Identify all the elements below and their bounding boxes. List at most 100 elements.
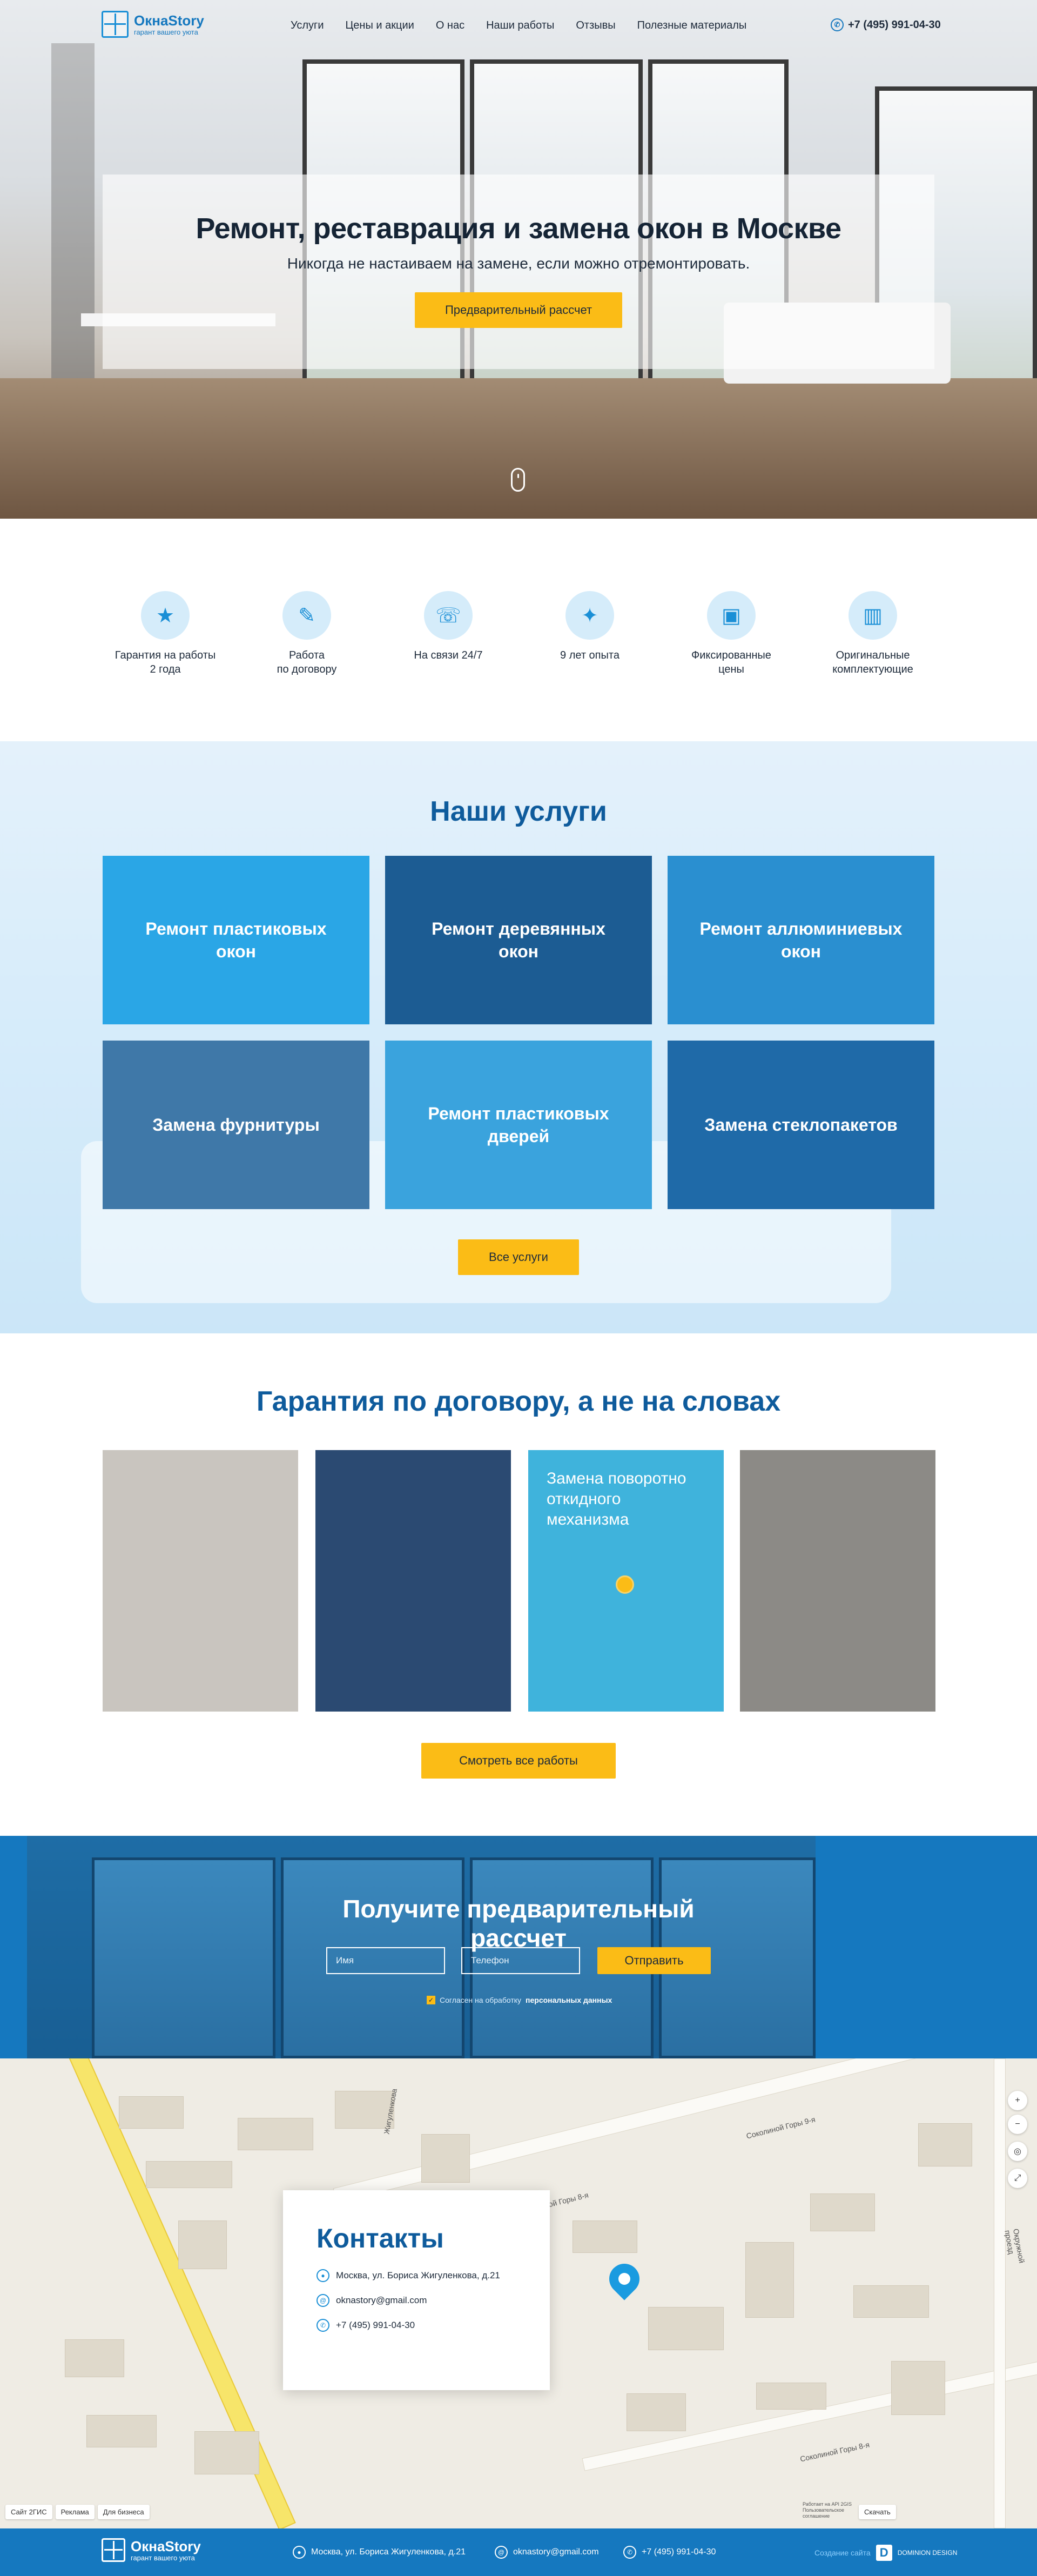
footer-email[interactable]: @ oknastory@gmail.com <box>495 2546 599 2559</box>
work-photo[interactable] <box>315 1450 511 1712</box>
developer-name: DOMINION DESIGN <box>897 2548 958 2557</box>
service-card-aluminium-windows[interactable]: Ремонт аллюминиевых окон <box>668 856 934 1024</box>
footer-logo-tagline: гарант вашего уюта <box>131 2553 195 2562</box>
footer-phone-text[interactable]: +7 (495) 991-04-30 <box>642 2547 716 2557</box>
submit-button[interactable]: Отправить <box>597 1947 711 1974</box>
feature-label: 9 лет опыта <box>560 649 619 661</box>
main-nav: Услуги Цены и акции О нас Наши работы От… <box>291 19 768 32</box>
map-building <box>810 2193 875 2231</box>
footer-logo[interactable]: ОкнаStory гарант вашего уюта <box>102 2538 201 2562</box>
map-chip[interactable]: Для бизнеса <box>97 2505 150 2519</box>
all-works-button[interactable]: Смотреть все работы <box>421 1743 616 1779</box>
hero-floor <box>0 378 1037 519</box>
service-card-plastic-doors[interactable]: Ремонт пластиковых дверей <box>385 1041 652 1209</box>
name-input[interactable] <box>326 1947 445 1974</box>
window-logo-icon <box>102 2538 125 2562</box>
service-card-wooden-windows[interactable]: Ремонт деревянных окон <box>385 856 652 1024</box>
feature-label: Гарантия на работы 2 года <box>115 649 216 675</box>
work-caption: Замена поворотно откидного механизма <box>547 1470 686 1528</box>
phone-icon: ✆ <box>317 2319 329 2332</box>
hero-title: Ремонт, реставрация и замена окон в Моск… <box>196 212 841 245</box>
feature-label: На связи 24/7 <box>414 649 483 661</box>
consent-checkbox[interactable]: ✓ Согласен на обработку персональных дан… <box>427 1996 612 2004</box>
estimate-form-section: Получите предварительный рассчет Отправи… <box>0 1836 1037 2058</box>
footer-logo-name: ОкнаStory <box>131 2538 201 2554</box>
contacts-card: Контакты ● Москва, ул. Бориса Жигуленков… <box>283 2190 550 2390</box>
privacy-link[interactable]: персональных данных <box>526 1996 612 2004</box>
contact-phone[interactable]: ✆ +7 (495) 991-04-30 <box>317 2319 516 2332</box>
map-building <box>853 2285 929 2318</box>
scroll-mouse-icon[interactable] <box>511 468 525 492</box>
nav-works[interactable]: Наши работы <box>486 19 554 32</box>
feature-item: ▣ Фиксированные цены <box>669 591 793 676</box>
estimate-button[interactable]: Предварительный рассчет <box>415 292 622 328</box>
contact-address-text: Москва, ул. Бориса Жигуленкова, д.21 <box>336 2270 500 2280</box>
nav-services[interactable]: Услуги <box>291 19 324 32</box>
feature-label: Работа по договору <box>277 649 337 675</box>
map-chip[interactable]: Сайт 2ГИС <box>5 2505 52 2519</box>
map-chip[interactable]: Реклама <box>55 2505 95 2519</box>
map-copyright[interactable]: Работает на API 2GIS Пользовательское со… <box>803 2501 857 2519</box>
map-bottom-bar: Сайт 2ГИС Реклама Для бизнеса <box>5 2505 150 2519</box>
phone-input[interactable] <box>461 1947 580 1974</box>
checkbox-checked-icon[interactable]: ✓ <box>427 1996 435 2004</box>
map-pin-icon[interactable] <box>603 2257 646 2300</box>
features-section: ★ Гарантия на работы 2 года ✎ Работа по … <box>0 519 1037 741</box>
developer-credit[interactable]: Создание сайта D DOMINION DESIGN <box>814 2545 957 2561</box>
all-services-button[interactable]: Все услуги <box>458 1239 579 1275</box>
phone-24-icon: ☏ <box>424 591 473 640</box>
zoom-in-icon[interactable]: + <box>1008 2091 1027 2110</box>
consent-text: Согласен на обработку <box>440 1996 522 2004</box>
feature-label: Оригинальные комплектующие <box>832 649 913 675</box>
contact-phone-text[interactable]: +7 (495) 991-04-30 <box>336 2320 415 2331</box>
map-building <box>146 2161 232 2188</box>
street-label: Соколиной Горы 9-я <box>745 2115 817 2141</box>
logo-name: ОкнаStory <box>134 12 204 29</box>
zoom-out-icon[interactable]: − <box>1008 2115 1027 2134</box>
logo[interactable]: ОкнаStory гарант вашего уюта <box>102 11 204 38</box>
footer-phone[interactable]: ✆ +7 (495) 991-04-30 <box>623 2546 716 2559</box>
map-road <box>994 2058 1006 2528</box>
map-building <box>119 2096 184 2129</box>
header-phone-number: +7 (495) 991-04-30 <box>848 18 941 31</box>
developer-label: Создание сайта <box>814 2548 871 2557</box>
logo-tagline: гарант вашего уюта <box>134 28 198 36</box>
service-card-plastic-windows[interactable]: Ремонт пластиковых окон <box>103 856 369 1024</box>
footer-address: ● Москва, ул. Бориса Жигуленкова, д.21 <box>293 2546 466 2559</box>
fullscreen-icon[interactable]: ⤢ <box>1008 2169 1027 2188</box>
hero-section: Ремонт, реставрация и замена окон в Моск… <box>0 0 1037 519</box>
header-phone[interactable]: ✆ +7 (495) 991-04-30 <box>831 18 941 31</box>
contract-icon: ✎ <box>282 591 331 640</box>
nav-prices[interactable]: Цены и акции <box>346 19 414 32</box>
work-photo[interactable] <box>740 1450 935 1712</box>
map-building <box>86 2415 157 2447</box>
site-header: ОкнаStory гарант вашего уюта Услуги Цены… <box>0 0 1037 52</box>
nav-reviews[interactable]: Отзывы <box>576 19 615 32</box>
map-building <box>238 2118 313 2150</box>
service-card-glass-units[interactable]: Замена стеклопакетов <box>668 1041 934 1209</box>
location-icon: ● <box>293 2546 306 2559</box>
work-photo[interactable] <box>103 1450 298 1712</box>
nav-about[interactable]: О нас <box>436 19 464 32</box>
geolocation-icon[interactable]: ◎ <box>1008 2142 1027 2161</box>
works-section: Гарантия по договору, а не на словах Зам… <box>0 1333 1037 1836</box>
map-building <box>65 2339 124 2377</box>
feature-item: ✦ 9 лет опыта <box>528 591 652 662</box>
map-download-button[interactable]: Скачать <box>859 2505 896 2519</box>
work-photo[interactable]: Замена поворотно откидного механизма <box>528 1450 724 1712</box>
window-parts-icon: ▥ <box>849 591 897 640</box>
services-title: Наши услуги <box>430 796 607 827</box>
location-icon: ● <box>317 2269 329 2282</box>
footer-email-text[interactable]: oknastory@gmail.com <box>513 2547 599 2557</box>
map-building <box>745 2242 794 2318</box>
contact-email-text[interactable]: oknastory@gmail.com <box>336 2295 427 2306</box>
feature-item: ▥ Оригинальные комплектующие <box>811 591 935 676</box>
feature-label: Фиксированные цены <box>691 649 771 675</box>
nav-materials[interactable]: Полезные материалы <box>637 19 747 32</box>
mail-icon: @ <box>495 2546 508 2559</box>
service-card-hardware[interactable]: Замена фурнитуры <box>103 1041 369 1209</box>
contact-email[interactable]: @ oknastory@gmail.com <box>317 2294 516 2307</box>
contact-address: ● Москва, ул. Бориса Жигуленкова, д.21 <box>317 2269 516 2282</box>
hero-subtitle: Никогда не настаиваем на замене, если мо… <box>287 255 750 272</box>
map-building <box>756 2383 826 2410</box>
